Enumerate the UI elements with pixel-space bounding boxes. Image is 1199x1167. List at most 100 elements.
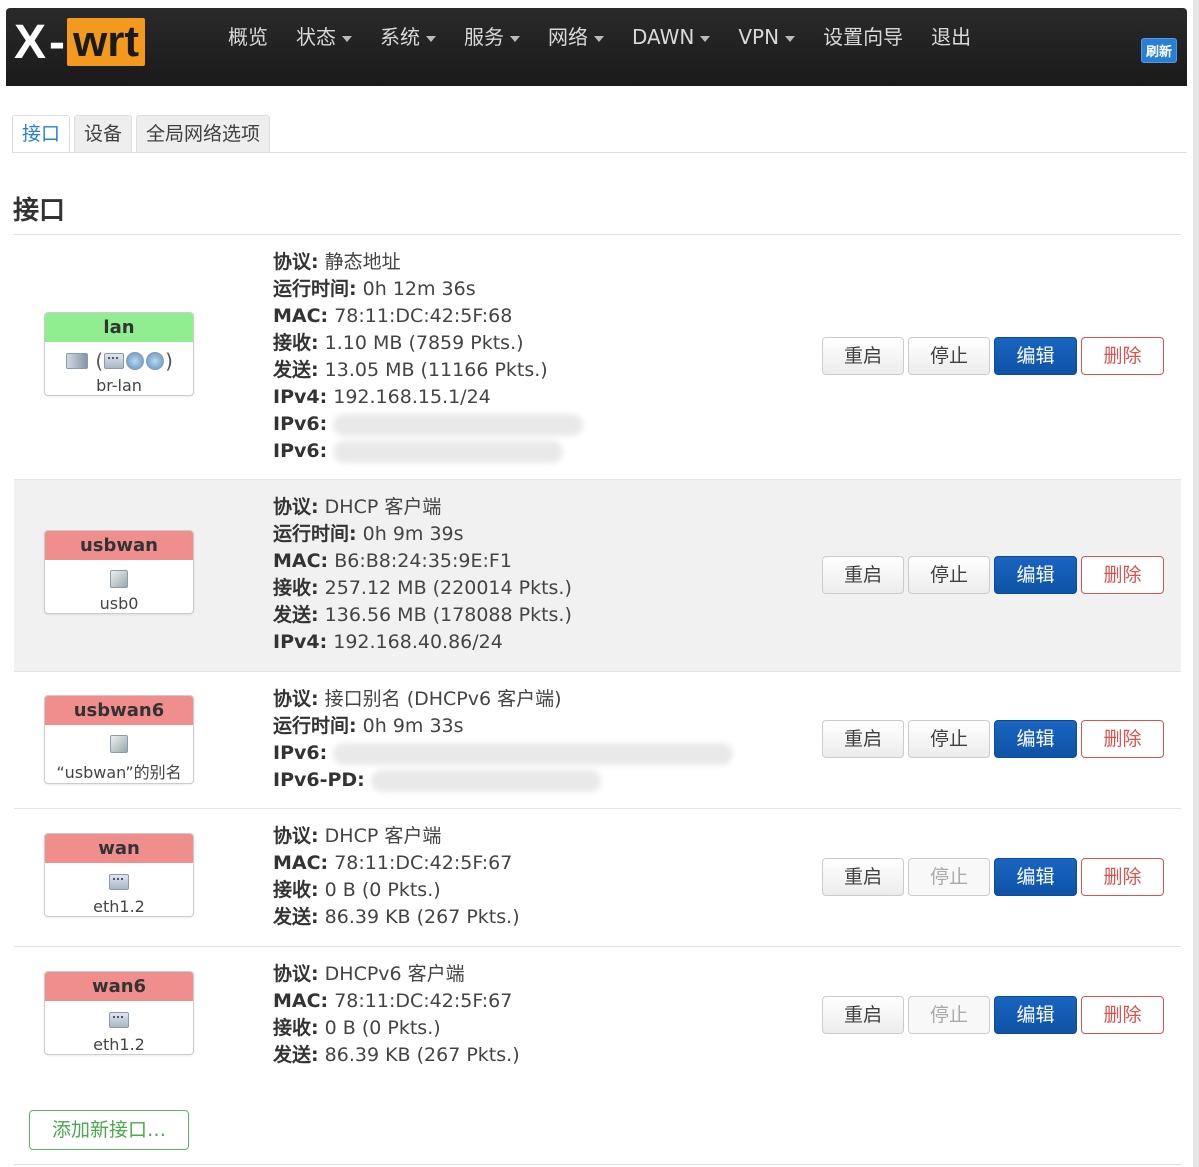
stop-button: 停止: [908, 858, 990, 896]
tab-bar: 接口 设备 全局网络选项: [12, 115, 274, 152]
edit-button[interactable]: 编辑: [994, 996, 1077, 1034]
reload-button[interactable]: 重启: [822, 720, 904, 758]
rx-label: 接收:: [273, 1017, 319, 1039]
reload-button[interactable]: 重启: [822, 337, 904, 375]
rx-label: 接收:: [273, 879, 319, 901]
reload-button[interactable]: 重启: [822, 556, 904, 594]
top-navbar: X - wrt 概览 状态 系统 服务 网络 DAWN VPN 设置向导 退出 …: [6, 8, 1187, 86]
redacted-value: [333, 413, 584, 436]
menu-label: 服务: [464, 25, 504, 49]
protocol-label: 协议:: [273, 251, 319, 273]
window-edge-left: [0, 0, 6, 1167]
menu-label: 网络: [548, 25, 588, 49]
interface-badge[interactable]: wan6 eth1.2: [44, 971, 194, 1055]
brand-wrt: wrt: [67, 18, 145, 66]
delete-button[interactable]: 删除: [1081, 556, 1164, 594]
device-icons: (): [45, 348, 193, 374]
mac-label: MAC:: [273, 550, 329, 572]
menu-services[interactable]: 服务: [450, 22, 534, 52]
menu-label: VPN: [738, 25, 780, 49]
device-name: “usbwan”的别名: [56, 763, 182, 782]
edit-button[interactable]: 编辑: [994, 337, 1077, 375]
interface-badge[interactable]: wan eth1.2: [44, 833, 194, 917]
interface-info: 协议: 静态地址 运行时间: 0h 12m 36s MAC: 78:11:DC:…: [273, 249, 584, 465]
caret-down-icon: [342, 35, 352, 42]
interface-info: 协议: DHCP 客户端 MAC: 78:11:DC:42:5F:67 接收: …: [273, 823, 520, 931]
stop-button[interactable]: 停止: [908, 556, 990, 594]
add-interface-button[interactable]: 添加新接口…: [29, 1110, 189, 1150]
interface-badge[interactable]: usbwan usb0: [44, 530, 194, 614]
uptime-value: 0h 12m 36s: [362, 278, 476, 300]
delete-button[interactable]: 删除: [1081, 858, 1164, 896]
edit-button[interactable]: 编辑: [994, 720, 1077, 758]
ipv6-label: IPv6:: [273, 413, 328, 435]
tab-global-options[interactable]: 全局网络选项: [136, 115, 271, 152]
uptime-label: 运行时间:: [273, 715, 357, 737]
brand-x: X: [14, 15, 48, 69]
interface-row-wan6: wan6 eth1.2 协议: DHCPv6 客户端 MAC: 78:11:DC…: [14, 947, 1181, 1084]
tab-interfaces[interactable]: 接口: [12, 115, 71, 152]
mac-value: 78:11:DC:42:5F:68: [334, 305, 513, 327]
device-name: usb0: [99, 594, 139, 613]
interface-name: usbwan6: [45, 696, 193, 725]
menu-overview[interactable]: 概览: [214, 22, 282, 52]
edit-button[interactable]: 编辑: [994, 858, 1077, 896]
refresh-button[interactable]: 刷新: [1140, 38, 1177, 63]
reload-button[interactable]: 重启: [822, 858, 904, 896]
row-actions: 重启 停止 编辑 删除: [818, 858, 1164, 896]
delete-button[interactable]: 删除: [1081, 337, 1164, 375]
caret-down-icon: [785, 35, 796, 42]
main-menu: 概览 状态 系统 服务 网络 DAWN VPN 设置向导 退出: [214, 22, 985, 52]
interface-info: 协议: DHCP 客户端 运行时间: 0h 9m 39s MAC: B6:B8:…: [273, 494, 572, 656]
tx-value: 86.39 KB (267 Pkts.): [324, 906, 520, 928]
tx-value: 136.56 MB (178088 Pkts.): [324, 604, 572, 626]
protocol-value: 静态地址: [324, 251, 401, 273]
stop-button[interactable]: 停止: [908, 337, 990, 375]
uptime-value: 0h 9m 39s: [362, 523, 464, 545]
protocol-label: 协议:: [273, 496, 319, 518]
tab-devices[interactable]: 设备: [74, 115, 133, 152]
menu-vpn[interactable]: VPN: [724, 22, 809, 52]
tx-label: 发送:: [273, 359, 319, 381]
menu-status[interactable]: 状态: [282, 22, 366, 52]
uptime-label: 运行时间:: [273, 278, 357, 300]
reload-button[interactable]: 重启: [822, 996, 904, 1034]
wifi-icon: [146, 352, 165, 370]
menu-system[interactable]: 系统: [366, 22, 450, 52]
ethernet-icon: [104, 353, 125, 369]
rx-value: 1.10 MB (7859 Pkts.): [324, 332, 524, 354]
edit-button[interactable]: 编辑: [994, 556, 1077, 594]
redacted-value: [333, 742, 734, 765]
brand-logo[interactable]: X - wrt: [14, 14, 145, 70]
protocol-label: 协议:: [273, 825, 319, 847]
usb-network-icon: [110, 570, 128, 588]
menu-network[interactable]: 网络: [534, 22, 618, 52]
menu-label: 状态: [296, 25, 336, 49]
tx-label: 发送:: [273, 906, 319, 928]
protocol-value: DHCP 客户端: [324, 496, 442, 518]
ipv6-pd-label: IPv6-PD:: [273, 769, 365, 791]
delete-button[interactable]: 删除: [1081, 996, 1164, 1034]
ipv4-label: IPv4:: [273, 386, 328, 408]
protocol-value: DHCPv6 客户端: [324, 963, 465, 985]
protocol-label: 协议:: [273, 688, 319, 710]
menu-setup-wizard[interactable]: 设置向导: [809, 22, 917, 52]
menu-dawn[interactable]: DAWN: [618, 22, 724, 52]
device-icons: [45, 869, 193, 895]
wifi-icon: [126, 352, 145, 370]
row-actions: 重启 停止 编辑 删除: [818, 996, 1164, 1034]
ipv4-label: IPv4:: [273, 631, 328, 653]
interface-badge[interactable]: usbwan6 “usbwan”的别名: [44, 695, 194, 784]
stop-button[interactable]: 停止: [908, 720, 990, 758]
device-icons: [45, 731, 193, 757]
interface-badge[interactable]: lan () br-lan: [44, 312, 194, 396]
interface-row-lan: lan () br-lan 协议: 静态地址 运行时间: 0h 12m 36s …: [14, 235, 1181, 480]
ipv4-value: 192.168.15.1/24: [333, 386, 491, 408]
menu-logout[interactable]: 退出: [917, 22, 985, 52]
delete-button[interactable]: 删除: [1081, 720, 1164, 758]
uptime-label: 运行时间:: [273, 523, 357, 545]
interface-row-usbwan6: usbwan6 “usbwan”的别名 协议: 接口别名 (DHCPv6 客户端…: [14, 672, 1181, 809]
interface-row-wan: wan eth1.2 协议: DHCP 客户端 MAC: 78:11:DC:42…: [14, 809, 1181, 947]
rx-label: 接收:: [273, 577, 319, 599]
device-name: eth1.2: [93, 897, 145, 916]
